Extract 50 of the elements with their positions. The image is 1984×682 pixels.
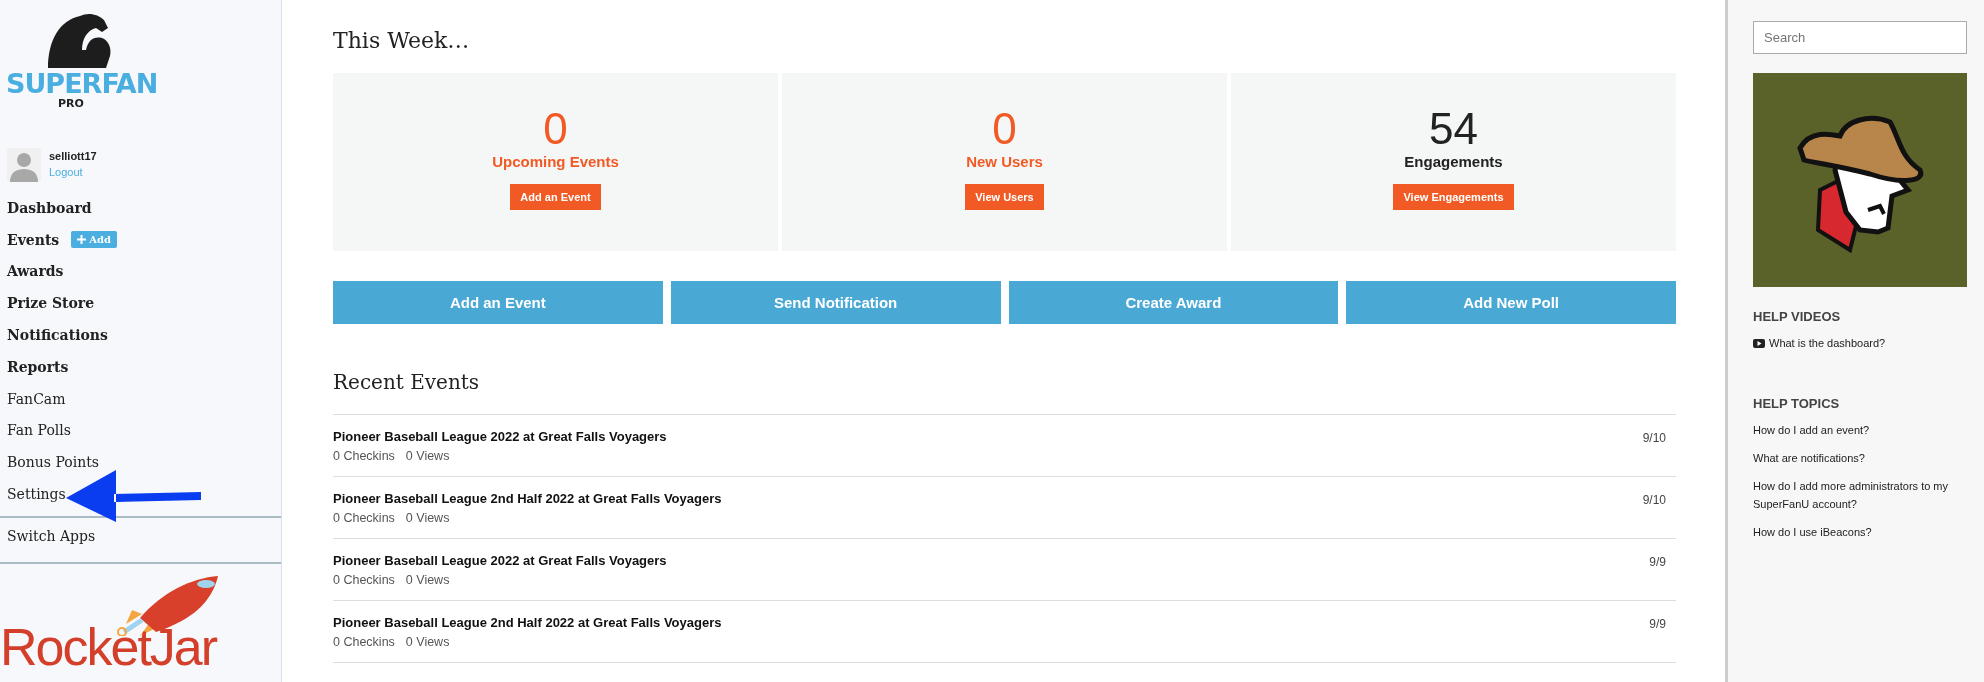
username: selliott17 [49,149,97,162]
search-field[interactable]: Search [1753,21,1967,54]
views-count: 0 Views [405,635,450,649]
logo-subtitle: PRO [58,98,84,110]
nav-item[interactable]: Awards [7,263,64,280]
logo-wordmark: SUPERFAN [6,70,158,98]
checkins-count: 0 Checkins [333,511,395,525]
views-count: 0 Views [405,449,450,463]
rocketjar-logo-text: RocketJar [0,623,217,670]
help-video-link[interactable]: What is the dashboard? [1753,334,1967,352]
plus-icon [77,235,87,245]
event-title-link[interactable]: Pioneer Baseball League 2022 at Great Falls Voyagers [333,553,667,568]
nav-item[interactable]: Settings [7,486,66,503]
stat-value: 54 [1429,107,1478,151]
section-heading: This Week… [333,28,471,53]
nav-item[interactable]: Fan Polls [7,422,71,439]
event-title-link[interactable]: Pioneer Baseball League 2nd Half 2022 at Great Falls Voyagers [333,491,722,506]
help-topic-link[interactable]: How do I use iBeacons? [1753,523,1967,541]
avatar-silhouette-icon [7,147,41,182]
help-topic-link[interactable]: What are notifications? [1753,449,1967,467]
help-topic-link[interactable]: How do I add an event? [1753,421,1967,439]
nav-item[interactable]: FanCam [7,390,66,407]
event-date: 9/10 [1642,493,1666,507]
checkins-count: 0 Checkins [333,635,395,649]
checkins-count: 0 Checkins [333,449,395,463]
nav-item[interactable]: Dashboard [7,199,92,216]
event-date: 9/9 [1649,555,1666,569]
event-date: 9/10 [1642,431,1666,445]
stat-value: 0 [543,107,568,151]
nav-item[interactable]: Prize Store [7,295,95,312]
switch-apps-link[interactable]: Switch Apps [0,517,281,556]
event-title-link[interactable]: Pioneer Baseball League 2nd Half 2022 at Great Falls Voyagers [333,615,722,630]
stat-label: New Users [966,153,1043,170]
stat-value: 0 [992,107,1017,151]
nav-item[interactable]: Reports [7,358,69,375]
event-date: 9/9 [1649,617,1666,631]
nav-item[interactable]: Notifications [7,327,108,344]
play-icon [1753,338,1765,348]
help-heading: HELP TOPICS [1753,396,1841,411]
nav-item[interactable]: Bonus Points [7,454,99,471]
views-count: 0 Views [405,511,450,525]
views-count: 0 Views [405,573,450,587]
section-heading: Recent Events [333,370,481,394]
event-title-link[interactable]: Pioneer Baseball League 2022 at Great Falls Voyagers [333,429,667,444]
help-heading: HELP VIDEOS [1753,309,1842,324]
checkins-count: 0 Checkins [333,573,395,587]
stat-label: Upcoming Events [492,153,619,170]
nav-item[interactable]: Events [7,231,60,248]
stat-label: Engagements [1404,153,1503,170]
help-topic-link[interactable]: How do I add more administrators to my SuperFanU account? [1753,477,1967,513]
